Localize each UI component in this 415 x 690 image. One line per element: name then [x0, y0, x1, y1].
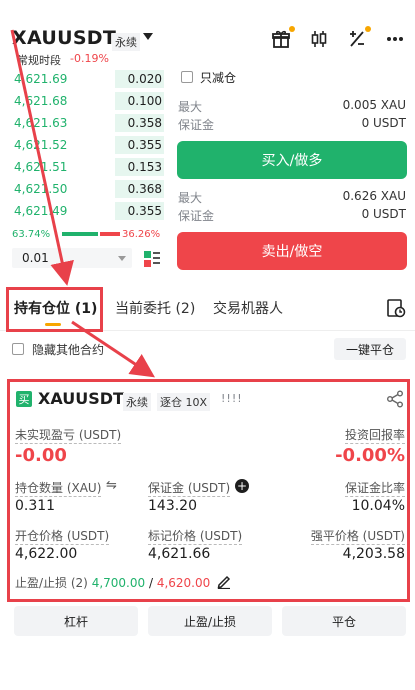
tpsl-button[interactable]: 止盈/止损 [148, 606, 272, 636]
buy-ratio-label: 63.74% [12, 229, 51, 240]
sell-max-value: 0.626 XAU [342, 189, 406, 203]
sell-short-button[interactable]: 卖出/做空 [177, 232, 407, 270]
tick-size-value: 0.01 [22, 251, 49, 265]
orderbook-bid-row[interactable]: 4,621.69 0.020 [12, 68, 164, 90]
leverage-button[interactable]: 杠杆 [14, 606, 138, 636]
notification-dot [289, 26, 295, 32]
annotation-box-positions-tab [6, 287, 103, 332]
chevron-down-icon [118, 256, 126, 261]
orderbook-bid-row[interactable]: 4,621.50 0.368 [12, 178, 164, 200]
bid-qty: 0.368 [127, 182, 162, 196]
sell-max-label: 最大 [178, 191, 203, 205]
orderbook-layout-icon[interactable] [143, 250, 161, 272]
contract-type-tag: 永续 [112, 33, 140, 51]
bid-price: 4,621.63 [14, 116, 68, 130]
tab-open-orders-label: 当前委托 [115, 301, 171, 317]
annotation-box-position-card [7, 379, 410, 602]
bid-qty: 0.153 [127, 160, 162, 174]
buy-margin-label: 保证金 [178, 118, 215, 132]
bid-price: 4,621.51 [14, 160, 68, 174]
sell-margin-value: 0 USDT [361, 207, 406, 221]
reduce-only-label: 只减仓 [200, 71, 237, 85]
candlestick-icon-svg [311, 31, 327, 47]
order-history-icon-svg [387, 299, 406, 318]
hide-other-contracts-checkbox[interactable] [12, 343, 24, 355]
orderbook-bid-row[interactable]: 4,621.68 0.100 [12, 90, 164, 112]
chevron-down-icon[interactable] [143, 33, 153, 40]
calculator-icon[interactable] [346, 26, 371, 50]
bid-price: 4,621.49 [14, 204, 68, 218]
buy-max-label: 最大 [178, 100, 203, 114]
notification-dot [365, 26, 371, 32]
hide-other-contracts-label: 隐藏其他合约 [32, 343, 105, 357]
tab-trading-bots-label: 交易机器人 [213, 301, 283, 317]
sell-ratio-fill [99, 232, 120, 236]
close-all-button[interactable]: 一键平仓 [334, 338, 406, 360]
tick-size-select[interactable]: 0.01 [12, 248, 132, 268]
symbol-title[interactable]: XAUUSDT [12, 27, 116, 49]
bid-qty: 0.355 [127, 204, 162, 218]
orderbook-layout-icon-svg [144, 251, 160, 267]
tab-open-orders-count: (2) [175, 301, 196, 317]
reduce-only-checkbox[interactable] [181, 71, 193, 83]
buy-sell-ratio-bar [62, 232, 120, 236]
tab-trading-bots[interactable]: 交易机器人 [213, 298, 283, 318]
tab-open-orders[interactable]: 当前委托 (2) [115, 298, 195, 318]
bid-qty: 0.355 [127, 138, 162, 152]
orderbook-bid-row[interactable]: 4,621.63 0.358 [12, 112, 164, 134]
bid-price: 4,621.52 [14, 138, 68, 152]
price-change-pct: -0.19% [70, 52, 109, 65]
bid-price: 4,621.68 [14, 94, 68, 108]
more-icon-svg [387, 37, 403, 41]
bid-price: 4,621.50 [14, 182, 68, 196]
sell-ratio-label: 36.26% [122, 229, 161, 240]
sell-margin-label: 保证金 [178, 209, 215, 223]
bid-price: 4,621.69 [14, 72, 68, 86]
buy-long-button[interactable]: 买入/做多 [177, 141, 407, 179]
orderbook-bid-row[interactable]: 4,621.49 0.355 [12, 200, 164, 222]
orderbook-bid-row[interactable]: 4,621.51 0.153 [12, 156, 164, 178]
order-history-icon[interactable] [386, 298, 406, 322]
buy-ratio-fill [62, 232, 99, 236]
bid-qty: 0.358 [127, 116, 162, 130]
buy-max-value: 0.005 XAU [342, 98, 406, 112]
gift-icon-svg [272, 30, 290, 48]
bid-qty: 0.020 [127, 72, 162, 86]
close-position-button[interactable]: 平仓 [282, 606, 406, 636]
more-icon[interactable] [384, 28, 406, 50]
orderbook-bid-row[interactable]: 4,621.52 0.355 [12, 134, 164, 156]
candlestick-icon[interactable] [308, 28, 330, 50]
trading-hours-label: 常规时段 [17, 54, 61, 67]
bid-qty: 0.100 [127, 94, 162, 108]
calculator-icon-svg [350, 31, 364, 47]
buy-margin-value: 0 USDT [361, 116, 406, 130]
gift-icon[interactable] [270, 26, 295, 50]
